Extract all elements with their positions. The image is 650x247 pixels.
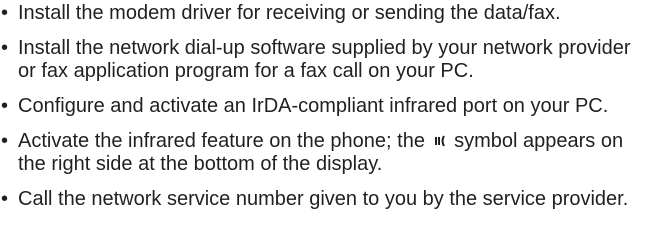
list-item-text-before-icon: Activate the infrared feature on the pho…: [18, 130, 425, 152]
bullet-marker: •: [1, 37, 9, 59]
list-item-text: Install the modem driver for receiving o…: [18, 2, 561, 24]
infrared-symbol-icon: [433, 131, 447, 147]
list-item: • Call the network service number given …: [0, 188, 648, 211]
bullet-marker: •: [1, 2, 9, 24]
list-item-text: Call the network service number given to…: [18, 188, 629, 210]
list-item-text: Install the network dial-up software sup…: [18, 37, 631, 82]
list-item: • Activate the infrared feature on the p…: [0, 130, 648, 176]
list-item-text: Configure and activate an IrDA-compliant…: [18, 95, 609, 117]
bullet-marker: •: [1, 130, 9, 152]
list-item: • Install the network dial-up software s…: [0, 37, 648, 83]
list-item: • Configure and activate an IrDA-complia…: [0, 95, 648, 118]
bullet-marker: •: [1, 95, 9, 117]
bullet-marker: •: [1, 188, 9, 210]
instruction-document: • Install the modem driver for receiving…: [0, 0, 650, 247]
list-item: • Install the modem driver for receiving…: [0, 2, 648, 25]
